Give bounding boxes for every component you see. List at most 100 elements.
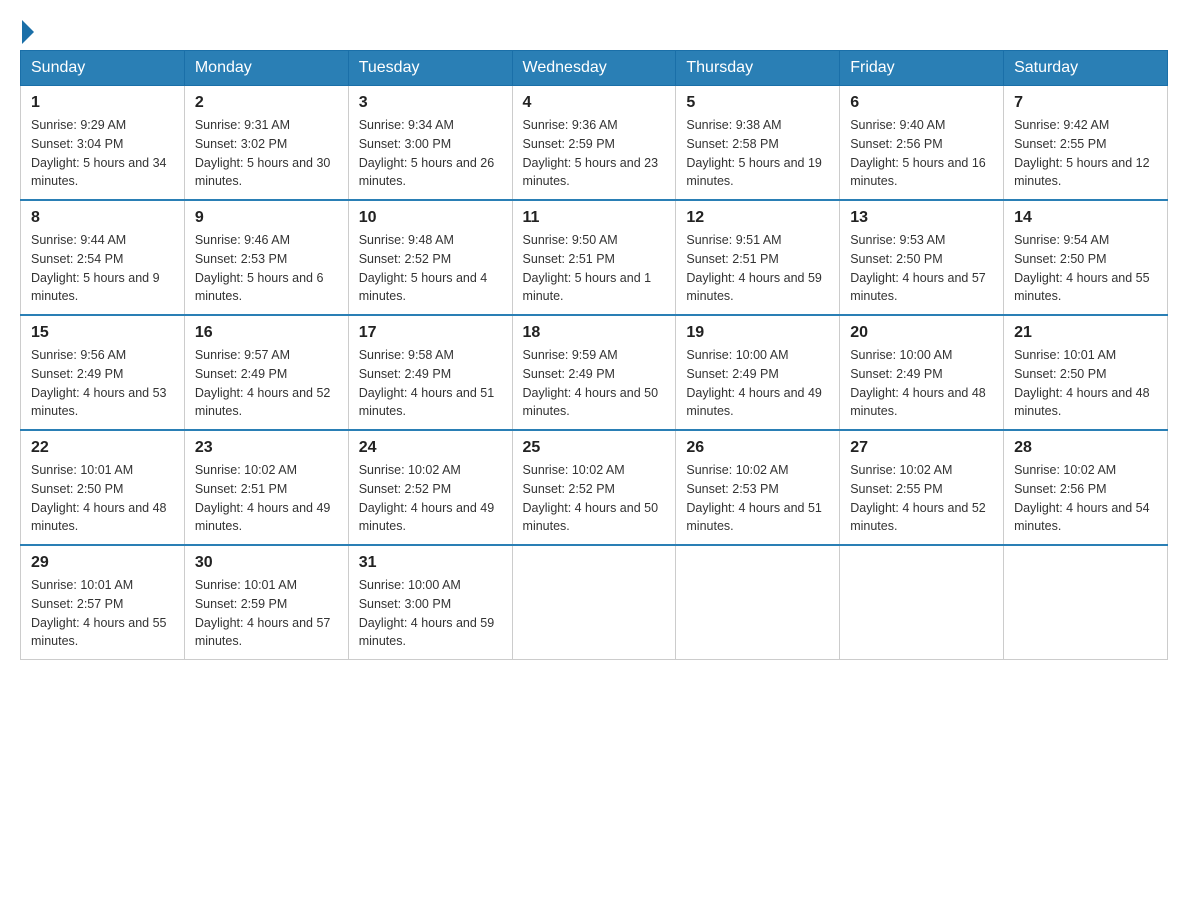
day-number: 29 [31, 554, 174, 572]
day-info: Sunrise: 9:38 AMSunset: 2:58 PMDaylight:… [686, 116, 829, 191]
calendar-day-cell: 29 Sunrise: 10:01 AMSunset: 2:57 PMDayli… [21, 545, 185, 660]
day-info: Sunrise: 9:34 AMSunset: 3:00 PMDaylight:… [359, 116, 502, 191]
day-info: Sunrise: 10:02 AMSunset: 2:52 PMDaylight… [359, 461, 502, 536]
day-info: Sunrise: 10:02 AMSunset: 2:56 PMDaylight… [1014, 461, 1157, 536]
day-number: 30 [195, 554, 338, 572]
weekday-header-monday: Monday [184, 51, 348, 86]
calendar-day-cell: 15 Sunrise: 9:56 AMSunset: 2:49 PMDaylig… [21, 315, 185, 430]
day-number: 6 [850, 94, 993, 112]
day-number: 25 [523, 439, 666, 457]
calendar-day-cell: 24 Sunrise: 10:02 AMSunset: 2:52 PMDayli… [348, 430, 512, 545]
calendar-day-cell: 4 Sunrise: 9:36 AMSunset: 2:59 PMDayligh… [512, 86, 676, 201]
calendar-day-cell: 13 Sunrise: 9:53 AMSunset: 2:50 PMDaylig… [840, 200, 1004, 315]
calendar-day-cell: 8 Sunrise: 9:44 AMSunset: 2:54 PMDayligh… [21, 200, 185, 315]
weekday-header-sunday: Sunday [21, 51, 185, 86]
logo-arrow-icon [22, 20, 34, 44]
day-number: 14 [1014, 209, 1157, 227]
day-info: Sunrise: 10:00 AMSunset: 3:00 PMDaylight… [359, 576, 502, 651]
logo [20, 20, 36, 40]
weekday-header-thursday: Thursday [676, 51, 840, 86]
day-info: Sunrise: 9:46 AMSunset: 2:53 PMDaylight:… [195, 231, 338, 306]
calendar-day-cell: 26 Sunrise: 10:02 AMSunset: 2:53 PMDayli… [676, 430, 840, 545]
calendar-day-cell: 27 Sunrise: 10:02 AMSunset: 2:55 PMDayli… [840, 430, 1004, 545]
day-info: Sunrise: 10:01 AMSunset: 2:57 PMDaylight… [31, 576, 174, 651]
day-number: 27 [850, 439, 993, 457]
day-info: Sunrise: 10:02 AMSunset: 2:53 PMDaylight… [686, 461, 829, 536]
calendar-day-cell: 14 Sunrise: 9:54 AMSunset: 2:50 PMDaylig… [1004, 200, 1168, 315]
day-number: 13 [850, 209, 993, 227]
calendar-week-row: 8 Sunrise: 9:44 AMSunset: 2:54 PMDayligh… [21, 200, 1168, 315]
day-number: 16 [195, 324, 338, 342]
day-number: 18 [523, 324, 666, 342]
day-number: 2 [195, 94, 338, 112]
day-info: Sunrise: 10:01 AMSunset: 2:50 PMDaylight… [31, 461, 174, 536]
day-info: Sunrise: 9:53 AMSunset: 2:50 PMDaylight:… [850, 231, 993, 306]
day-number: 22 [31, 439, 174, 457]
calendar-empty-cell [512, 545, 676, 660]
day-number: 1 [31, 94, 174, 112]
calendar-empty-cell [676, 545, 840, 660]
calendar-day-cell: 30 Sunrise: 10:01 AMSunset: 2:59 PMDayli… [184, 545, 348, 660]
day-info: Sunrise: 10:01 AMSunset: 2:59 PMDaylight… [195, 576, 338, 651]
day-info: Sunrise: 9:48 AMSunset: 2:52 PMDaylight:… [359, 231, 502, 306]
day-info: Sunrise: 10:02 AMSunset: 2:51 PMDaylight… [195, 461, 338, 536]
calendar-day-cell: 31 Sunrise: 10:00 AMSunset: 3:00 PMDayli… [348, 545, 512, 660]
calendar-header-row: SundayMondayTuesdayWednesdayThursdayFrid… [21, 51, 1168, 86]
day-info: Sunrise: 9:36 AMSunset: 2:59 PMDaylight:… [523, 116, 666, 191]
day-info: Sunrise: 9:57 AMSunset: 2:49 PMDaylight:… [195, 346, 338, 421]
day-number: 4 [523, 94, 666, 112]
day-number: 26 [686, 439, 829, 457]
day-info: Sunrise: 9:44 AMSunset: 2:54 PMDaylight:… [31, 231, 174, 306]
day-info: Sunrise: 10:00 AMSunset: 2:49 PMDaylight… [850, 346, 993, 421]
page-header [20, 20, 1168, 40]
day-number: 7 [1014, 94, 1157, 112]
day-info: Sunrise: 10:02 AMSunset: 2:52 PMDaylight… [523, 461, 666, 536]
day-info: Sunrise: 9:42 AMSunset: 2:55 PMDaylight:… [1014, 116, 1157, 191]
day-info: Sunrise: 9:54 AMSunset: 2:50 PMDaylight:… [1014, 231, 1157, 306]
day-number: 8 [31, 209, 174, 227]
calendar-week-row: 29 Sunrise: 10:01 AMSunset: 2:57 PMDayli… [21, 545, 1168, 660]
day-number: 20 [850, 324, 993, 342]
calendar-day-cell: 20 Sunrise: 10:00 AMSunset: 2:49 PMDayli… [840, 315, 1004, 430]
calendar-day-cell: 1 Sunrise: 9:29 AMSunset: 3:04 PMDayligh… [21, 86, 185, 201]
calendar-day-cell: 9 Sunrise: 9:46 AMSunset: 2:53 PMDayligh… [184, 200, 348, 315]
day-number: 24 [359, 439, 502, 457]
day-info: Sunrise: 9:40 AMSunset: 2:56 PMDaylight:… [850, 116, 993, 191]
day-info: Sunrise: 9:51 AMSunset: 2:51 PMDaylight:… [686, 231, 829, 306]
day-number: 31 [359, 554, 502, 572]
day-number: 5 [686, 94, 829, 112]
day-number: 17 [359, 324, 502, 342]
calendar-day-cell: 3 Sunrise: 9:34 AMSunset: 3:00 PMDayligh… [348, 86, 512, 201]
weekday-header-friday: Friday [840, 51, 1004, 86]
calendar-week-row: 1 Sunrise: 9:29 AMSunset: 3:04 PMDayligh… [21, 86, 1168, 201]
day-info: Sunrise: 9:29 AMSunset: 3:04 PMDaylight:… [31, 116, 174, 191]
weekday-header-saturday: Saturday [1004, 51, 1168, 86]
calendar-day-cell: 16 Sunrise: 9:57 AMSunset: 2:49 PMDaylig… [184, 315, 348, 430]
calendar-day-cell: 6 Sunrise: 9:40 AMSunset: 2:56 PMDayligh… [840, 86, 1004, 201]
calendar-day-cell: 22 Sunrise: 10:01 AMSunset: 2:50 PMDayli… [21, 430, 185, 545]
day-number: 28 [1014, 439, 1157, 457]
calendar-day-cell: 5 Sunrise: 9:38 AMSunset: 2:58 PMDayligh… [676, 86, 840, 201]
day-info: Sunrise: 9:56 AMSunset: 2:49 PMDaylight:… [31, 346, 174, 421]
calendar-day-cell: 10 Sunrise: 9:48 AMSunset: 2:52 PMDaylig… [348, 200, 512, 315]
day-info: Sunrise: 10:02 AMSunset: 2:55 PMDaylight… [850, 461, 993, 536]
day-number: 12 [686, 209, 829, 227]
calendar-day-cell: 7 Sunrise: 9:42 AMSunset: 2:55 PMDayligh… [1004, 86, 1168, 201]
day-info: Sunrise: 9:31 AMSunset: 3:02 PMDaylight:… [195, 116, 338, 191]
weekday-header-tuesday: Tuesday [348, 51, 512, 86]
calendar-day-cell: 11 Sunrise: 9:50 AMSunset: 2:51 PMDaylig… [512, 200, 676, 315]
day-number: 11 [523, 209, 666, 227]
day-info: Sunrise: 10:01 AMSunset: 2:50 PMDaylight… [1014, 346, 1157, 421]
day-number: 21 [1014, 324, 1157, 342]
day-number: 10 [359, 209, 502, 227]
calendar-day-cell: 17 Sunrise: 9:58 AMSunset: 2:49 PMDaylig… [348, 315, 512, 430]
day-number: 23 [195, 439, 338, 457]
calendar-week-row: 15 Sunrise: 9:56 AMSunset: 2:49 PMDaylig… [21, 315, 1168, 430]
day-info: Sunrise: 10:00 AMSunset: 2:49 PMDaylight… [686, 346, 829, 421]
calendar-day-cell: 2 Sunrise: 9:31 AMSunset: 3:02 PMDayligh… [184, 86, 348, 201]
calendar-day-cell: 19 Sunrise: 10:00 AMSunset: 2:49 PMDayli… [676, 315, 840, 430]
day-number: 9 [195, 209, 338, 227]
calendar-week-row: 22 Sunrise: 10:01 AMSunset: 2:50 PMDayli… [21, 430, 1168, 545]
weekday-header-wednesday: Wednesday [512, 51, 676, 86]
calendar-day-cell: 18 Sunrise: 9:59 AMSunset: 2:49 PMDaylig… [512, 315, 676, 430]
